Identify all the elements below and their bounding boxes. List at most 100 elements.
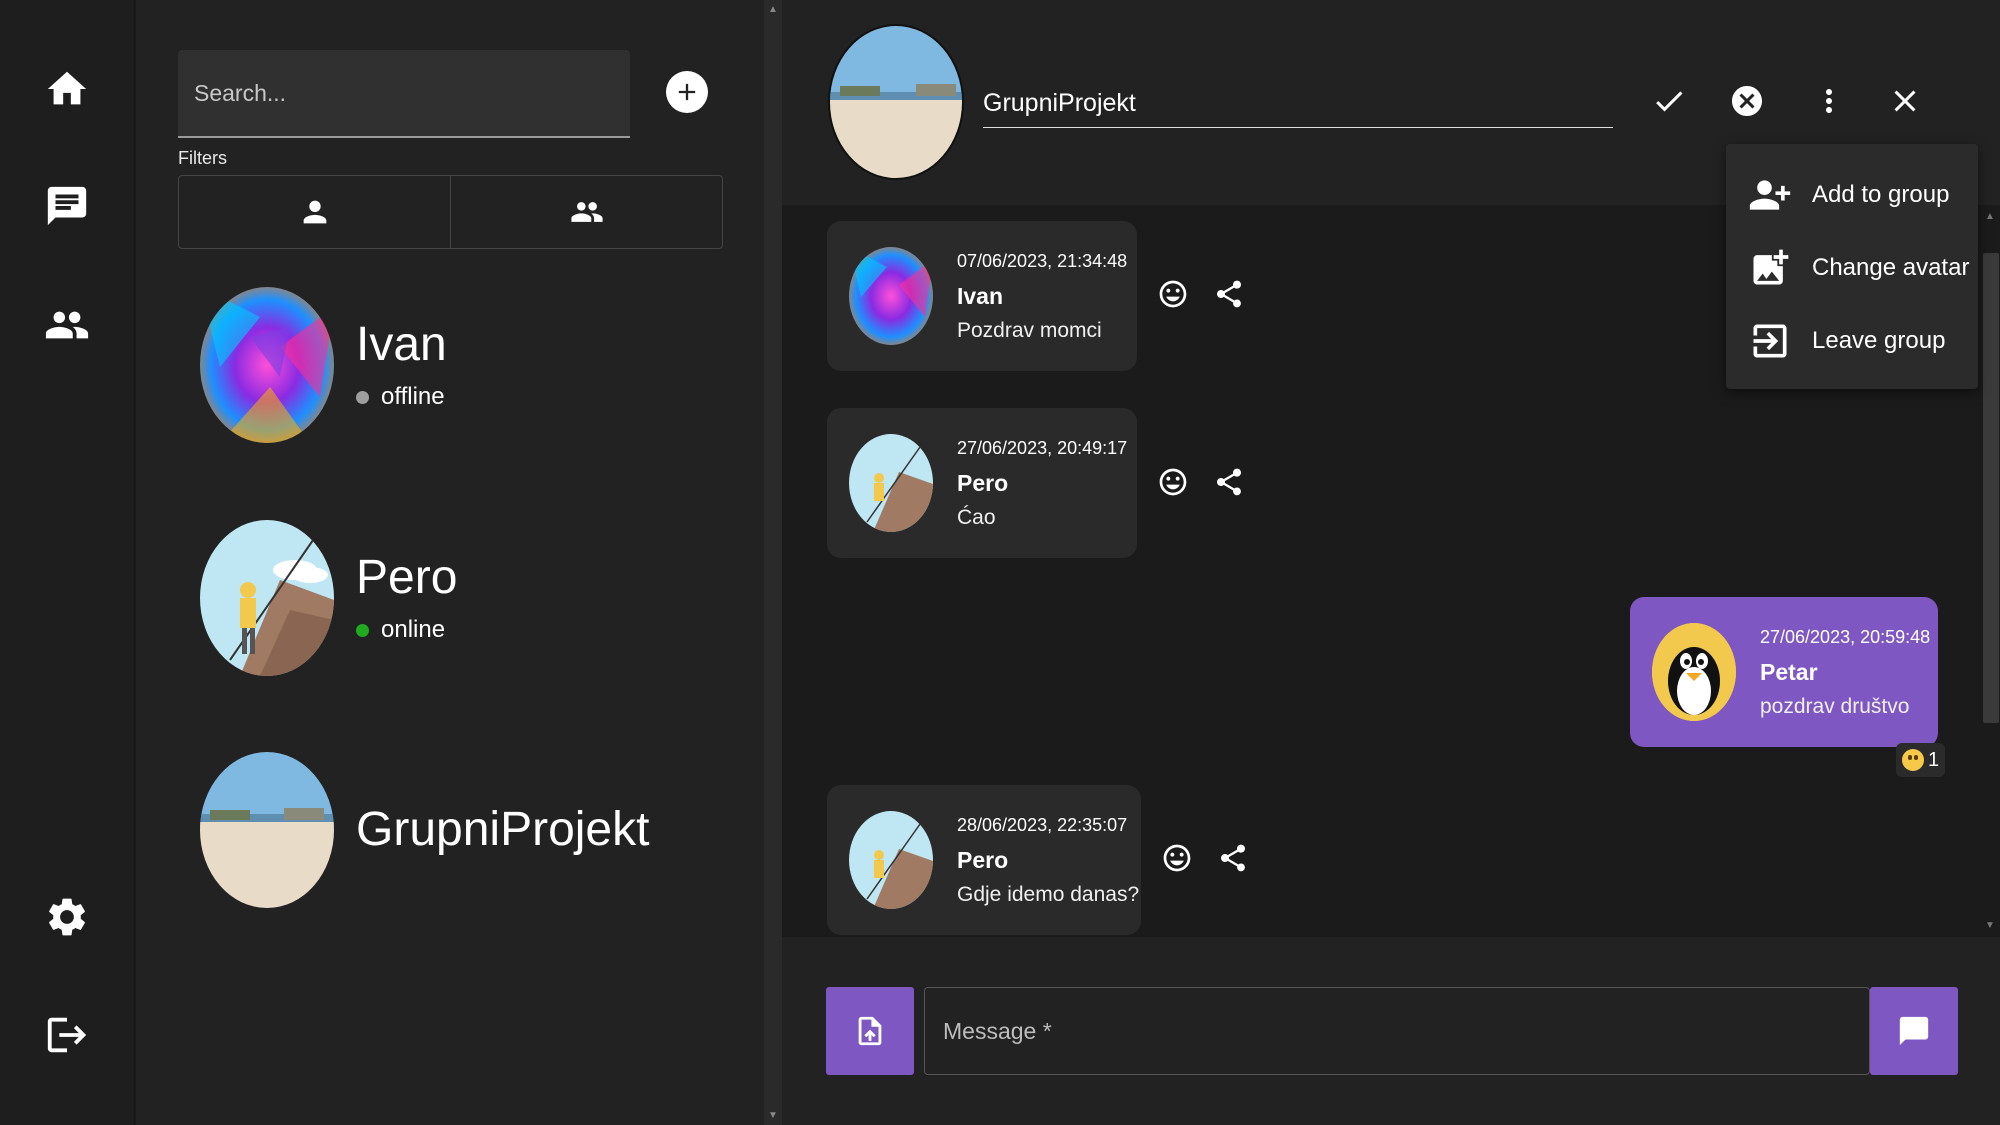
send-message-icon [1899,1016,1929,1046]
send-button[interactable] [1870,987,1958,1075]
people-icon [45,311,89,339]
chat-list-panel: Filters [136,0,764,1125]
close-icon [1894,90,1916,112]
app: Filters [0,0,2000,1125]
react-button[interactable] [1160,841,1194,875]
share-button[interactable] [1216,841,1250,875]
settings-icon [49,898,85,936]
nav-settings-button[interactable] [36,886,98,948]
avatar [849,247,933,345]
smiley-icon [1159,468,1187,496]
nav-rail [0,0,135,1125]
menu-item-add-to-group[interactable]: Add to group [1726,158,1978,231]
person-add-icon [1749,179,1791,210]
scroll-down-arrow[interactable]: ▼ [768,1110,778,1121]
avatar [849,811,933,909]
add-chat-button[interactable] [666,71,708,113]
message-text: Gdje idemo danas? [957,883,1140,906]
avatar [200,520,334,676]
contact-status-text: offline [381,383,445,410]
confirm-button[interactable] [1646,78,1692,124]
message-timestamp: 27/06/2023, 20:49:17 [957,438,1128,458]
menu-item-label: Add to group [1812,180,1950,208]
group-name-field[interactable] [983,80,1613,128]
menu-item-change-avatar[interactable]: Change avatar [1726,231,1978,304]
message-item: 27/06/2023, 20:49:17 Pero Ćao [827,408,1137,558]
attach-file-button[interactable] [826,987,914,1075]
menu-item-label: Leave group [1812,326,1946,354]
contact-item-grupniprojekt[interactable]: GrupniProjekt [200,752,700,912]
react-button[interactable] [1156,465,1190,499]
message-sender: Petar [1760,659,1818,685]
contact-item-ivan[interactable]: Ivan offline [200,287,700,447]
message-timestamp: 27/06/2023, 20:59:48 [1760,627,1931,647]
plus-icon [678,83,696,101]
smiley-icon [1163,844,1191,872]
contact-name: GrupniProjekt [356,803,650,856]
check-icon [1656,91,1683,112]
people-icon [570,202,603,222]
contact-status-text: online [381,616,446,643]
exit-icon [1753,324,1787,357]
contact-status: offline [356,383,445,411]
group-avatar[interactable] [828,24,964,180]
scrollbar-thumb[interactable] [1983,253,1999,723]
home-icon [47,71,87,105]
messages-scrollbar[interactable]: ▲ ▼ [1980,205,2000,937]
message-text: pozdrav društvo [1760,695,1910,718]
avatar [1652,623,1736,721]
share-icon [1221,844,1245,872]
share-icon [1217,468,1241,496]
scroll-down-arrow[interactable]: ▼ [1985,920,1995,931]
message-sender: Ivan [957,283,1004,309]
group-options-menu: Add to group Change avatar Leave group [1726,144,1978,389]
avatar [200,287,334,443]
filters-toggle-group [178,175,723,249]
nav-people-button[interactable] [36,294,98,356]
cancel-button[interactable] [1724,78,1770,124]
smiley-icon [1159,280,1187,308]
logout-icon [47,1017,87,1053]
contact-name: Pero [356,551,458,604]
nav-chats-button[interactable] [36,175,98,237]
search-input[interactable] [178,50,630,136]
message-actions [1156,465,1246,499]
scroll-up-arrow[interactable]: ▲ [1985,211,1995,222]
more-options-button[interactable] [1806,78,1852,124]
own-message-item: 27/06/2023, 20:59:48 Petar pozdrav društ… [1630,597,1938,747]
file-upload-icon [858,1016,882,1046]
reaction-badge[interactable]: 1 [1896,743,1946,777]
message-actions [1160,841,1250,875]
list-scrollbar[interactable]: ▲ ▼ [764,0,782,1125]
message-sender: Pero [957,847,1009,873]
filter-groups-button[interactable] [450,176,722,248]
status-dot [356,623,369,637]
nav-home-button[interactable] [36,58,98,120]
menu-item-leave-group[interactable]: Leave group [1726,304,1978,377]
reaction-count: 1 [1928,748,1940,771]
search-field[interactable] [178,50,630,138]
react-button[interactable] [1156,277,1190,311]
group-name-input[interactable] [983,80,1613,127]
contact-name: Ivan [356,318,447,371]
message-timestamp: 28/06/2023, 22:35:07 [957,815,1128,835]
message-input[interactable] [925,988,1869,1074]
scroll-up-arrow[interactable]: ▲ [768,4,778,15]
message-sender: Pero [957,470,1009,496]
filter-users-button[interactable] [179,176,450,248]
cancel-circle-icon [1732,86,1762,116]
nav-logout-button[interactable] [36,1004,98,1066]
contact-item-pero[interactable]: Pero online [200,520,700,680]
message-text: Pozdrav momci [957,319,1102,342]
message-text: Ćao [957,506,996,529]
person-icon [303,200,326,224]
share-button[interactable] [1212,277,1246,311]
contact-status: online [356,616,445,644]
share-icon [1217,280,1241,308]
chat-icon [47,186,87,226]
status-dot [356,390,369,404]
close-chat-button[interactable] [1882,78,1928,124]
message-item: 07/06/2023, 21:34:48 Ivan Pozdrav momci [827,221,1137,371]
message-field[interactable] [924,987,1870,1075]
share-button[interactable] [1212,465,1246,499]
